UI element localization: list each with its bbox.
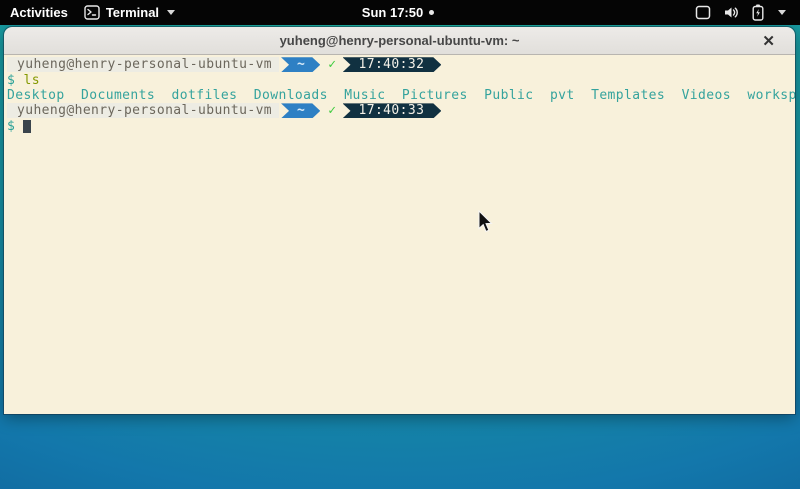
close-button[interactable]: ✕ <box>756 27 781 54</box>
battery-charging-icon <box>752 4 764 21</box>
prompt-cwd-segment: ~ <box>281 103 320 118</box>
text-cursor <box>23 120 31 133</box>
prompt-time-segment: 17:40:32 <box>343 57 442 72</box>
clock-label: Sun 17:50 <box>362 5 423 20</box>
prompt-user-host: yuheng@henry-personal-ubuntu-vm <box>7 57 279 72</box>
window-titlebar[interactable]: yuheng@henry-personal-ubuntu-vm: ~ ✕ <box>4 27 795 55</box>
top-bar: Activities Terminal Sun 17:50 <box>0 0 800 25</box>
terminal-window: yuheng@henry-personal-ubuntu-vm: ~ ✕ yuh… <box>4 27 795 414</box>
ls-output-line: Desktop Documents dotfiles Downloads Mus… <box>7 88 795 103</box>
prompt-user-host: yuheng@henry-personal-ubuntu-vm <box>7 103 279 118</box>
prompt-time-segment: 17:40:33 <box>343 103 442 118</box>
window-title: yuheng@henry-personal-ubuntu-vm: ~ <box>280 33 520 48</box>
clock-button[interactable]: Sun 17:50 <box>362 5 434 20</box>
screen-icon <box>695 5 711 20</box>
prompt-cwd-segment: ~ <box>281 57 320 72</box>
prompt-line: yuheng@henry-personal-ubuntu-vm ~ ✓ 17:4… <box>7 103 795 118</box>
status-ok-icon: ✓ <box>328 103 336 118</box>
volume-icon <box>723 5 740 20</box>
terminal-app-icon <box>84 5 100 20</box>
status-ok-icon: ✓ <box>328 57 336 72</box>
chevron-down-icon <box>167 10 175 15</box>
desktop-background: Activities Terminal Sun 17:50 <box>0 0 800 489</box>
prompt-line: yuheng@henry-personal-ubuntu-vm ~ ✓ 17:4… <box>7 57 795 72</box>
input-line[interactable]: $ <box>7 119 795 134</box>
terminal-content[interactable]: yuheng@henry-personal-ubuntu-vm ~ ✓ 17:4… <box>4 55 795 414</box>
activities-button[interactable]: Activities <box>10 5 68 20</box>
command-text: ls <box>23 73 39 88</box>
prompt-symbol: $ <box>7 119 15 134</box>
prompt-symbol: $ <box>7 73 15 88</box>
app-menu-label: Terminal <box>106 5 159 20</box>
system-status-area[interactable] <box>434 4 800 21</box>
app-menu-terminal[interactable]: Terminal <box>84 5 175 20</box>
command-line: $ ls <box>7 72 795 87</box>
chevron-down-icon <box>778 10 786 15</box>
